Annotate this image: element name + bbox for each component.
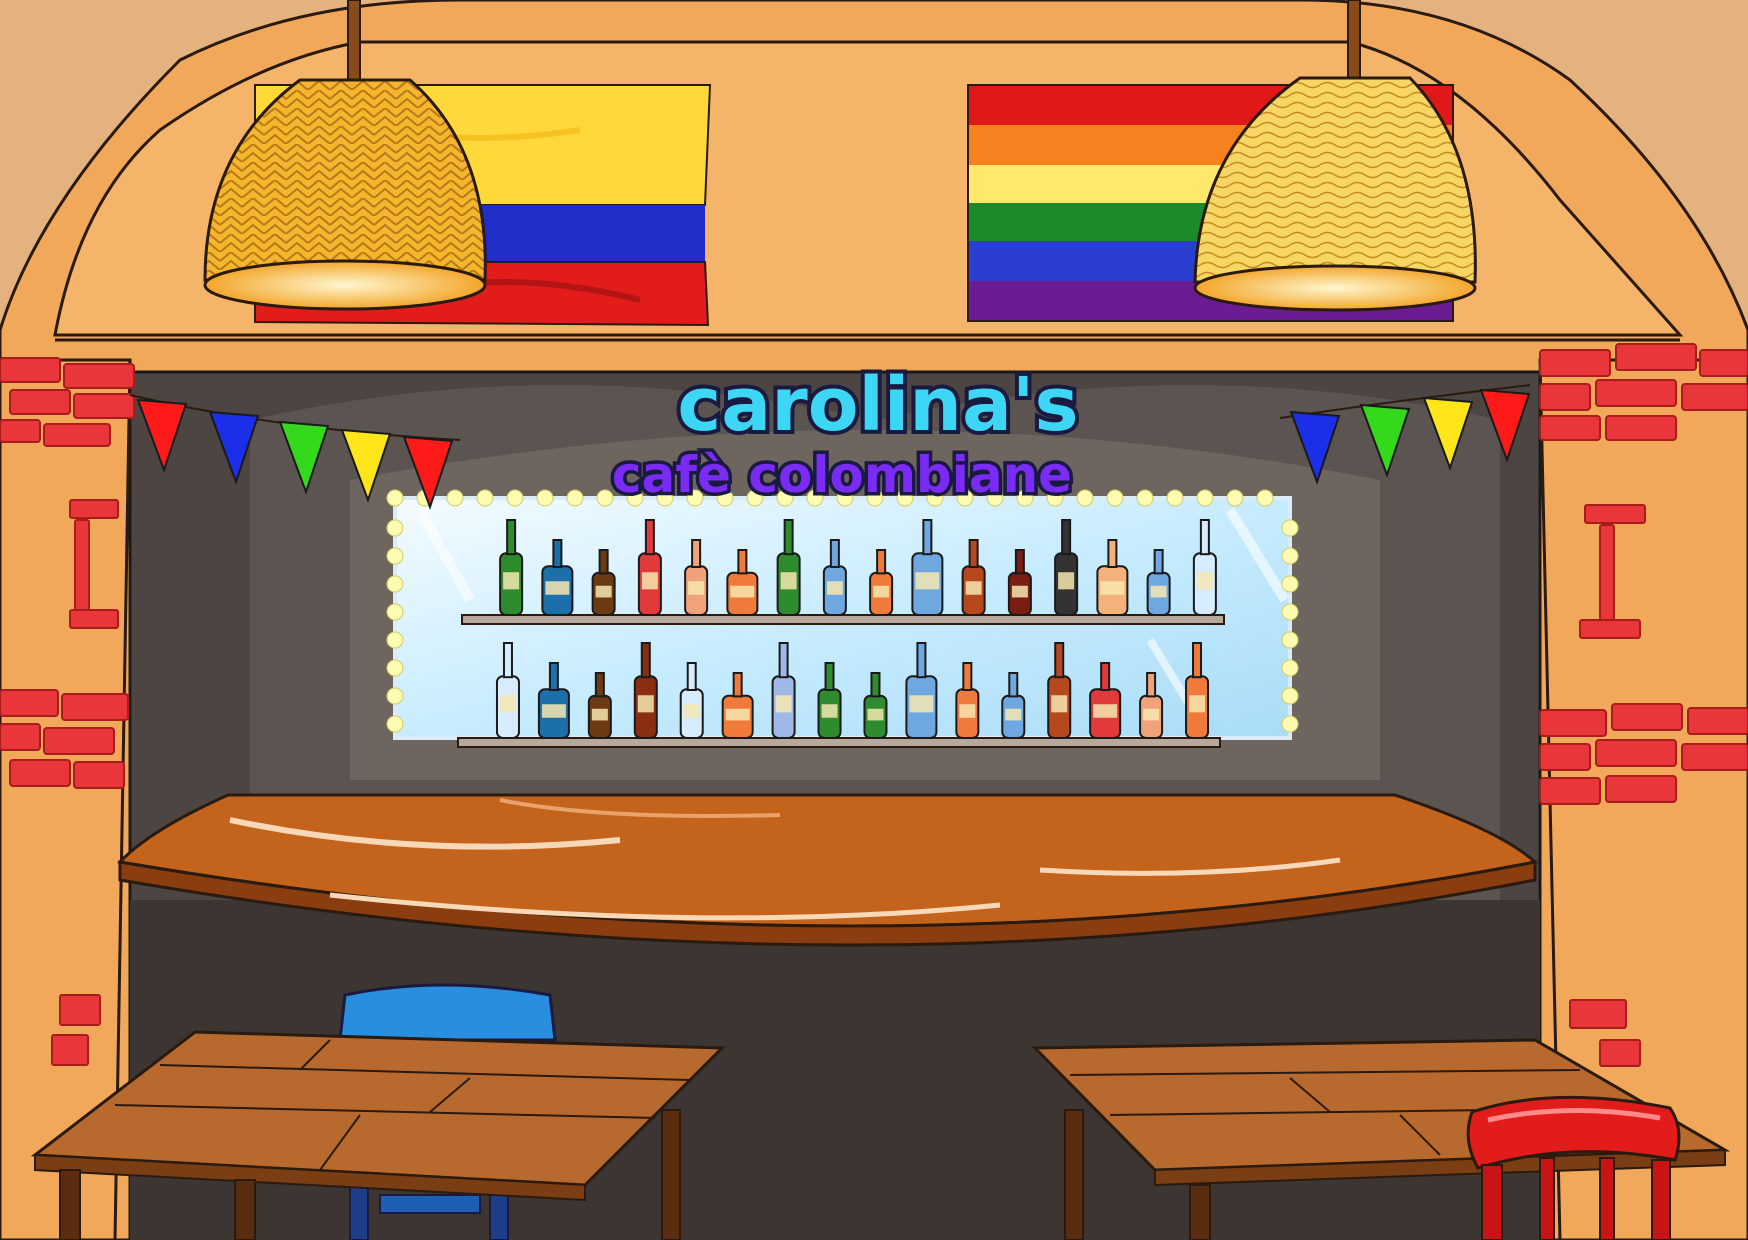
cafe-bar-scene: carolina's cafè colombiane [0, 0, 1748, 1240]
marquee-bulb-2 [446, 489, 464, 507]
marquee-bulb-0 [386, 489, 404, 507]
marquee-bulb-45 [1281, 715, 1299, 733]
marquee-bulb-25 [1136, 489, 1154, 507]
marquee-bulb-5 [536, 489, 554, 507]
cafe-sign: carolina's cafè colombiane [608, 358, 1082, 508]
marquee-bulb-26 [1166, 489, 1184, 507]
bottom-shelf [457, 737, 1221, 748]
marquee-bulb-4 [506, 489, 524, 507]
marquee-bulb-27 [1196, 489, 1214, 507]
sign-title: carolina's [677, 362, 1078, 448]
marquee-bulb-35 [1281, 575, 1299, 593]
top-shelf [461, 614, 1225, 625]
marquee-bulb-28 [1226, 489, 1244, 507]
marquee-bulb-34 [386, 575, 404, 593]
marquee-bulb-37 [1281, 603, 1299, 621]
marquee-bulb-32 [386, 547, 404, 565]
marquee-bulb-43 [1281, 687, 1299, 705]
marquee-bulb-40 [386, 659, 404, 677]
marquee-bulb-36 [386, 603, 404, 621]
marquee-bulb-42 [386, 687, 404, 705]
marquee-bulb-6 [566, 489, 584, 507]
marquee-bulb-33 [1281, 547, 1299, 565]
marquee-bulb-44 [386, 715, 404, 733]
sign-subtitle: cafè colombiane [612, 446, 1072, 504]
scene-art: carolina's cafè colombiane [0, 0, 1748, 1240]
marquee-bulb-3 [476, 489, 494, 507]
marquee-bulb-30 [386, 519, 404, 537]
marquee-bulb-24 [1106, 489, 1124, 507]
marquee-bulb-23 [1076, 489, 1094, 507]
marquee-bulb-29 [1256, 489, 1274, 507]
marquee-bulb-39 [1281, 631, 1299, 649]
marquee-bulb-41 [1281, 659, 1299, 677]
marquee-bulb-31 [1281, 519, 1299, 537]
marquee-bulb-7 [596, 489, 614, 507]
marquee-bulb-38 [386, 631, 404, 649]
